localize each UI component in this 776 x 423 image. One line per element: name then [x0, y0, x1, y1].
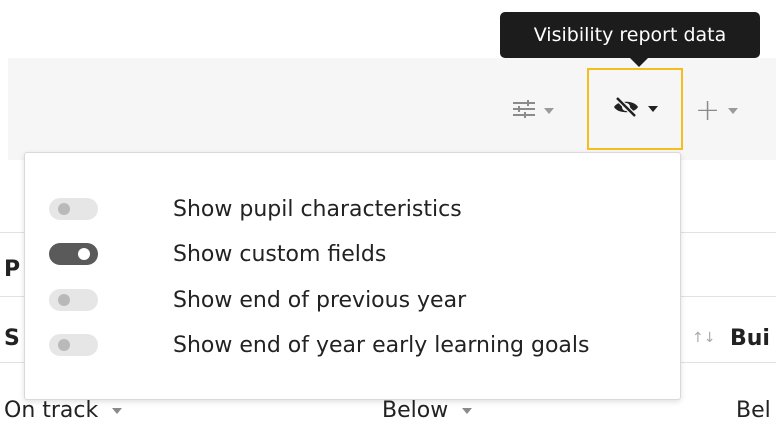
toggle-knob [58, 294, 70, 306]
menu-item-end-of-previous-year[interactable]: Show end of previous year [49, 280, 466, 320]
chevron-down-icon [728, 108, 739, 114]
table-cell-select[interactable]: On track [4, 398, 123, 423]
menu-item-label: Show end of previous year [173, 287, 467, 313]
table-header-cell: P [4, 257, 21, 282]
table-header-cell: S [4, 326, 20, 351]
sort-icon[interactable]: ↑↓ [692, 330, 715, 346]
filter-dropdown-button[interactable] [512, 94, 554, 128]
cell-value: On track [4, 398, 99, 423]
visibility-menu: Show pupil characteristics Show custom f… [24, 152, 681, 400]
toggle-knob [58, 339, 70, 351]
table-header-cell: Bui [730, 326, 770, 351]
tooltip: Visibility report data [500, 12, 760, 67]
menu-item-label: Show end of year early learning goals [173, 332, 590, 358]
cell-value: Below [382, 398, 449, 423]
toggle-knob [58, 203, 70, 215]
toggle-switch[interactable] [49, 198, 98, 220]
toggle-switch[interactable] [49, 243, 98, 265]
chevron-down-icon [112, 408, 123, 414]
menu-item-label: Show custom fields [173, 241, 387, 267]
menu-item-early-learning-goals[interactable]: Show end of year early learning goals [49, 325, 589, 365]
tooltip-text: Visibility report data [533, 24, 727, 46]
toggle-switch[interactable] [49, 289, 98, 311]
add-dropdown-button[interactable]: + [695, 93, 739, 128]
table-cell-select[interactable]: Bel [736, 398, 771, 423]
toggle-knob [78, 248, 90, 260]
plus-icon: + [695, 93, 721, 128]
eye-slash-icon [612, 96, 640, 122]
menu-item-label: Show pupil characteristics [173, 196, 462, 222]
toggle-switch[interactable] [49, 334, 98, 356]
menu-item-custom-fields[interactable]: Show custom fields [49, 234, 386, 274]
chevron-down-icon [648, 106, 658, 112]
chevron-down-icon [544, 108, 554, 114]
table-cell-select[interactable]: Below [382, 398, 473, 423]
visibility-dropdown-button[interactable] [587, 68, 683, 150]
cell-value: Bel [736, 398, 771, 423]
sliders-icon [512, 98, 536, 124]
menu-item-pupil-characteristics[interactable]: Show pupil characteristics [49, 189, 462, 229]
chevron-down-icon [462, 408, 473, 414]
